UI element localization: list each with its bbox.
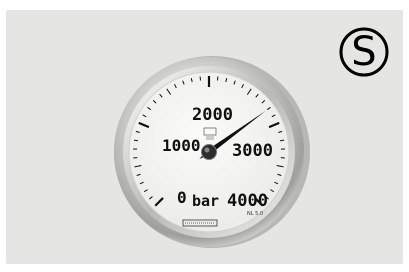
class-mark: NL 5.0 bbox=[247, 211, 263, 217]
minor-tick bbox=[280, 139, 285, 142]
pressure-gauge: 0 1000 2000 3000 4000 bar NL 5.0 bbox=[114, 56, 310, 248]
needle-hub bbox=[201, 144, 217, 160]
scale-label-3000: 3000 bbox=[232, 141, 273, 161]
scale-label-4000: 4000 bbox=[227, 191, 268, 211]
unit-label: bar bbox=[192, 192, 219, 210]
minor-tick bbox=[133, 139, 138, 142]
needle-hub-highlight bbox=[204, 147, 210, 153]
scale-label-2000: 2000 bbox=[192, 105, 233, 125]
scale-label-0: 0 bbox=[177, 188, 187, 207]
product-image-frame: S 0 1000 2000 3000 4000 bar NL 5.0 bbox=[6, 10, 403, 264]
scale-label-1000: 1000 bbox=[162, 136, 201, 155]
